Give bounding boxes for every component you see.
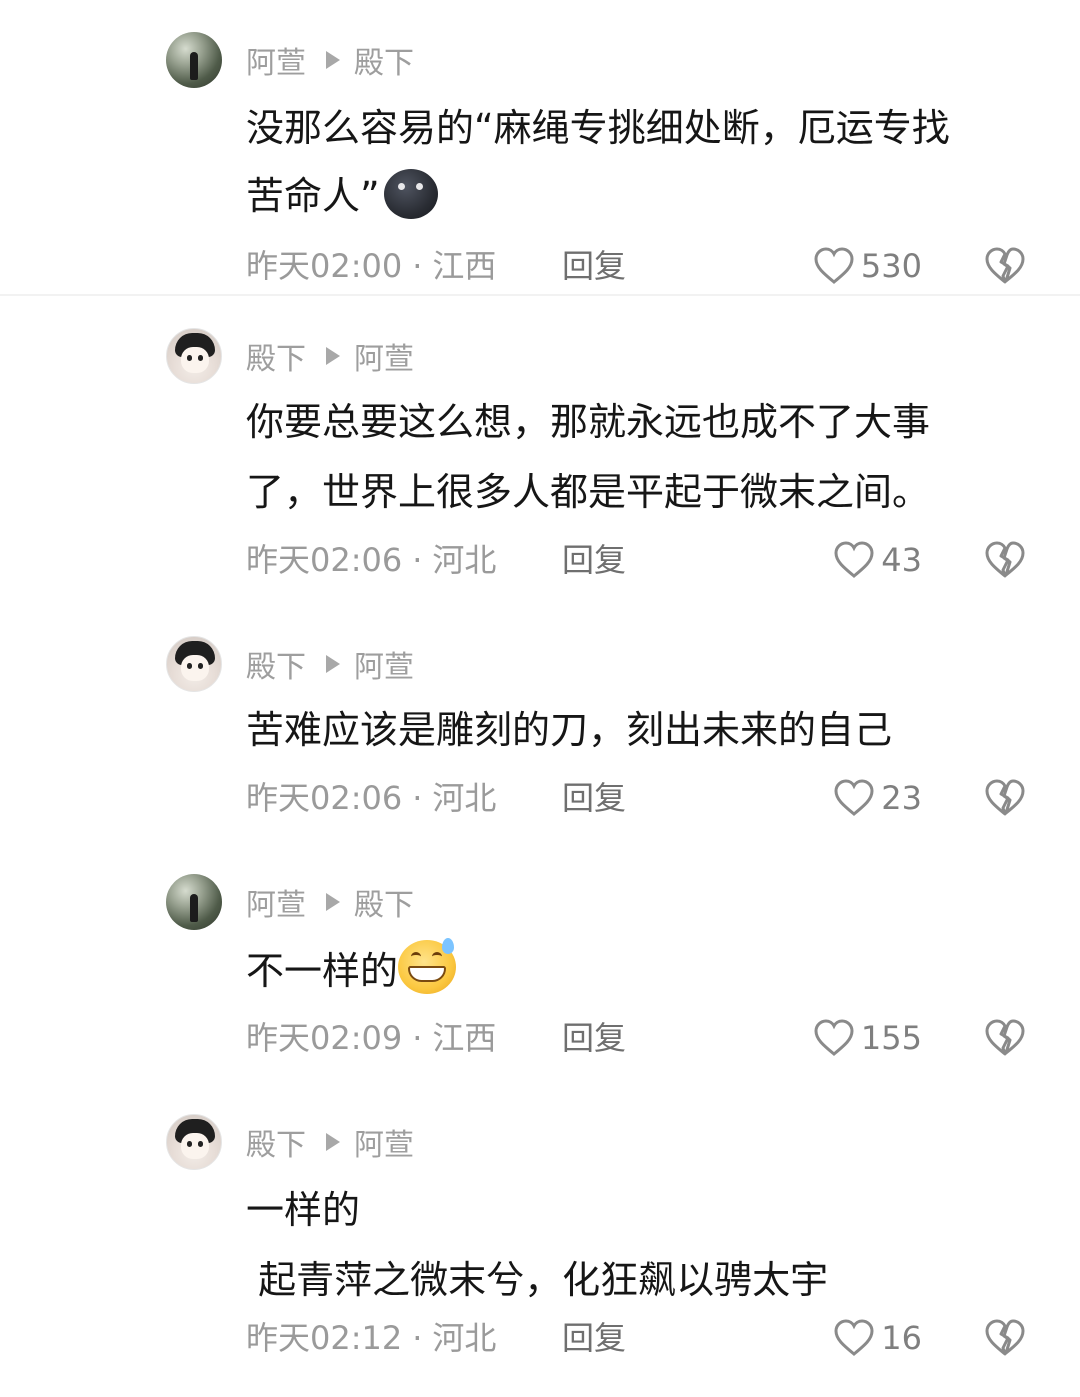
grinning-sweat-emoji — [398, 938, 457, 994]
broken-heart-icon — [985, 247, 1025, 284]
comment-time-location: 昨天02:06 · 河北 — [246, 541, 497, 579]
dislike-button[interactable] — [984, 778, 1026, 826]
like-button[interactable]: 23 — [802, 776, 922, 820]
like-count: 23 — [881, 779, 922, 817]
heart-outline-icon — [834, 1319, 874, 1356]
triangle-right-icon — [326, 347, 340, 365]
reply-button[interactable]: 回复 — [562, 776, 626, 820]
comment-text: 了，世界上很多人都是平起于微末之间。 — [246, 470, 931, 514]
comment-meta: 殿下 阿萱 — [246, 334, 414, 378]
triangle-right-icon — [326, 51, 340, 69]
avatar[interactable] — [166, 32, 222, 88]
comment-time-location: 昨天02:06 · 河北 — [246, 779, 497, 817]
comment-meta: 阿萱 殿下 — [246, 38, 414, 82]
comment-text: 你要总要这么想，那就永远也成不了大事 — [246, 400, 931, 444]
comment-text: 一样的 — [246, 1188, 361, 1232]
comment-meta: 殿下 阿萱 — [246, 1120, 414, 1164]
heart-outline-icon — [814, 1019, 854, 1056]
like-button[interactable]: 16 — [802, 1316, 922, 1360]
comment-info-row: 昨天02:12 · 河北 回复 16 — [246, 1316, 1046, 1360]
avatar[interactable] — [166, 328, 222, 384]
like-count: 16 — [881, 1319, 922, 1357]
like-count: 530 — [860, 247, 922, 285]
author-name[interactable]: 殿下 — [246, 642, 306, 686]
author-name[interactable]: 殿下 — [246, 1120, 306, 1164]
heart-outline-icon — [834, 779, 874, 816]
comment-text: 苦难应该是雕刻的刀，刻出未来的自己 — [246, 708, 893, 752]
comment-time-location: 昨天02:00 · 江西 — [246, 247, 497, 285]
triangle-right-icon — [326, 1133, 340, 1151]
reply-button[interactable]: 回复 — [562, 1316, 626, 1360]
dislike-button[interactable] — [984, 246, 1026, 294]
author-name[interactable]: 殿下 — [246, 334, 306, 378]
avatar[interactable] — [166, 1114, 222, 1170]
reply-to-name[interactable]: 阿萱 — [354, 334, 414, 378]
triangle-right-icon — [326, 893, 340, 911]
like-count: 43 — [881, 541, 922, 579]
comment-info-row: 昨天02:06 · 河北 回复 43 — [246, 538, 1046, 582]
reply-to-name[interactable]: 阿萱 — [354, 1120, 414, 1164]
author-name[interactable]: 阿萱 — [246, 880, 306, 924]
like-button[interactable]: 155 — [802, 1016, 922, 1060]
reply-to-name[interactable]: 阿萱 — [354, 642, 414, 686]
dark-face-emoji — [383, 169, 438, 219]
reply-to-name[interactable]: 殿下 — [354, 38, 414, 82]
dislike-button[interactable] — [984, 1018, 1026, 1066]
comment-info-row: 昨天02:00 · 江西 回复 530 — [246, 244, 1046, 288]
comment-info-row: 昨天02:09 · 江西 回复 155 — [246, 1016, 1046, 1060]
divider — [0, 294, 1080, 296]
comment-text: 起青萍之微末兮，化狂飙以骋太宇 — [246, 1258, 829, 1302]
dislike-button[interactable] — [984, 1318, 1026, 1366]
reply-button[interactable]: 回复 — [562, 1016, 626, 1060]
avatar[interactable] — [166, 636, 222, 692]
broken-heart-icon — [985, 1019, 1025, 1056]
broken-heart-icon — [985, 541, 1025, 578]
broken-heart-icon — [985, 779, 1025, 816]
author-name[interactable]: 阿萱 — [246, 38, 306, 82]
avatar[interactable] — [166, 874, 222, 930]
triangle-right-icon — [326, 655, 340, 673]
dislike-button[interactable] — [984, 540, 1026, 588]
broken-heart-icon — [985, 1319, 1025, 1356]
comment-meta: 阿萱 殿下 — [246, 880, 414, 924]
like-button[interactable]: 43 — [802, 538, 922, 582]
comment-text: 不一样的 — [246, 938, 457, 1001]
comment-text: 苦命人” — [246, 166, 438, 226]
reply-to-name[interactable]: 殿下 — [354, 880, 414, 924]
comment-info-row: 昨天02:06 · 河北 回复 23 — [246, 776, 1046, 820]
comment-time-location: 昨天02:09 · 江西 — [246, 1019, 497, 1057]
heart-outline-icon — [834, 541, 874, 578]
comment-text: 没那么容易的“麻绳专挑细处断，厄运专找 — [246, 106, 950, 150]
comment-meta: 殿下 阿萱 — [246, 642, 414, 686]
like-count: 155 — [860, 1019, 922, 1057]
heart-outline-icon — [814, 247, 854, 284]
reply-button[interactable]: 回复 — [562, 244, 626, 288]
reply-button[interactable]: 回复 — [562, 538, 626, 582]
comment-time-location: 昨天02:12 · 河北 — [246, 1319, 497, 1357]
like-button[interactable]: 530 — [802, 244, 922, 288]
